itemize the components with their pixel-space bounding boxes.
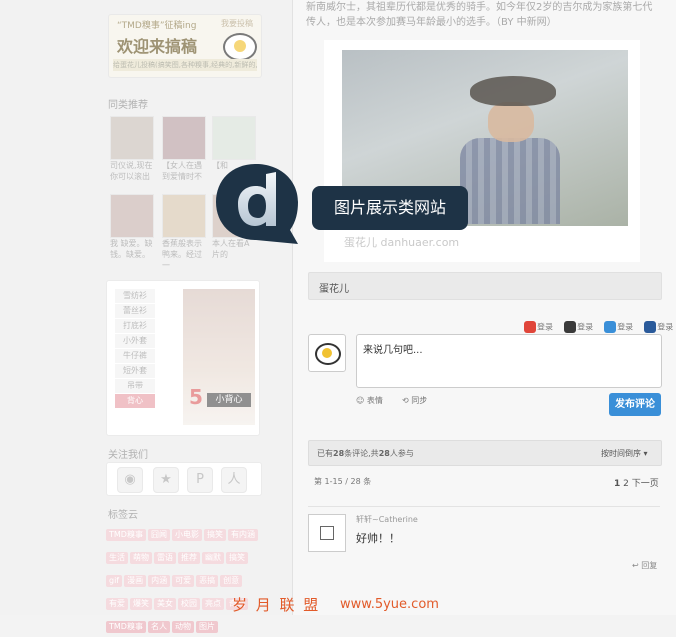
dim-overlay <box>0 0 292 615</box>
login-label: 登录 <box>657 322 674 331</box>
stats-prefix: 已有 <box>317 449 333 458</box>
renren-icon <box>644 320 657 333</box>
login-renren-button[interactable]: 登录 <box>644 320 674 333</box>
smiley-icon: ☺ <box>356 396 365 405</box>
login-label: 登录 <box>577 322 594 331</box>
login-label: 登录 <box>537 322 553 331</box>
footer-watermark: 岁 月 联 盟 <box>232 594 320 615</box>
logo-bubble <box>216 164 298 244</box>
page-2-link[interactable]: 2 <box>623 479 629 489</box>
emoji-label: 表情 <box>366 396 383 405</box>
tag-link[interactable]: 动物 <box>171 621 194 633</box>
comment-placeholder: 来说几句吧... <box>363 345 423 356</box>
author-bar: 蛋花儿 <box>308 272 662 300</box>
social-login-row: 登录 登录 登录 登录 <box>518 314 673 333</box>
reply-button[interactable]: ↩ 回复 <box>632 560 657 571</box>
site-logo-d-icon <box>216 164 298 244</box>
footer-url: www.5yue.com <box>340 597 439 612</box>
next-page-link[interactable]: 下一页 <box>632 479 659 489</box>
sync-button[interactable]: ⟲ 同步 <box>402 395 427 406</box>
pager-summary: 第 1-15 / 28 条 <box>314 477 372 486</box>
submit-comment-button[interactable]: 发布评论 <box>609 393 661 416</box>
divider <box>308 506 660 507</box>
comment-body: 好帅！！ <box>356 532 400 545</box>
emoji-button[interactable]: ☺ 表情 <box>356 395 383 406</box>
sort-label: 按时间倒序 <box>601 449 641 458</box>
commenter-name[interactable]: 轩轩~Catherine <box>356 514 418 525</box>
reply-icon: ↩ <box>632 561 639 570</box>
egg-avatar-icon <box>315 343 341 365</box>
sync-icon: ⟲ <box>402 396 409 405</box>
qq-icon <box>564 320 577 333</box>
login-weibo-button[interactable]: 登录 <box>524 320 553 333</box>
commenter-avatar[interactable] <box>308 514 346 552</box>
sort-dropdown[interactable]: 按时间倒序 ▾ <box>601 448 648 459</box>
stats-suffix: 人参与 <box>389 449 414 458</box>
egg-avatar-yolk <box>322 348 332 358</box>
sync-label: 同步 <box>411 396 428 405</box>
photo-face <box>488 102 534 142</box>
page-1-link[interactable]: 1 <box>614 479 620 489</box>
chevron-down-icon: ▾ <box>643 449 648 458</box>
comment-stats: 已有28条评论,共28人参与 <box>317 448 414 459</box>
login-label: 登录 <box>617 322 634 331</box>
weibo-icon <box>524 320 536 333</box>
avatar-glyph-icon <box>320 526 334 540</box>
photo-watermark: 蛋花儿 danhuaer.com <box>344 236 460 249</box>
left-sidebar: “TMD糗事”征稿ing 欢迎来搞稿 我要投稿 给蛋花儿投稿(搞笑图,各种糗事,… <box>0 0 292 633</box>
article-intro: 新南威尔士，其祖辈历代都是优秀的骑手。如今年仅2岁的吉尔成为家族第七代传人，也是… <box>306 2 653 28</box>
tag-link[interactable]: 名人 <box>147 621 170 633</box>
login-pinterest-button[interactable]: 登录 <box>604 320 634 333</box>
photo-shirt <box>460 138 560 224</box>
comment-textarea[interactable]: 来说几句吧... <box>356 334 662 388</box>
photo-hat <box>470 76 556 106</box>
pinterest-icon <box>604 320 617 333</box>
tag-link[interactable]: 图片 <box>195 621 218 633</box>
comment-stats-bar: 已有28条评论,共28人参与 按时间倒序 ▾ <box>308 440 662 466</box>
stats-people: 28 <box>378 449 390 458</box>
tag-link[interactable]: TMD糗事 <box>106 621 146 633</box>
author-name[interactable]: 蛋花儿 <box>319 280 349 295</box>
stats-count: 28 <box>333 449 345 458</box>
pager: 1 2 下一页 <box>614 476 659 489</box>
user-avatar <box>308 334 346 372</box>
site-category-label: 图片展示类网站 <box>312 186 468 230</box>
reply-label: 回复 <box>641 561 658 570</box>
footer-brand: 岁 月 联 盟 <box>232 596 321 614</box>
login-qq-button[interactable]: 登录 <box>564 320 594 333</box>
stats-mid: 条评论,共 <box>344 449 379 458</box>
